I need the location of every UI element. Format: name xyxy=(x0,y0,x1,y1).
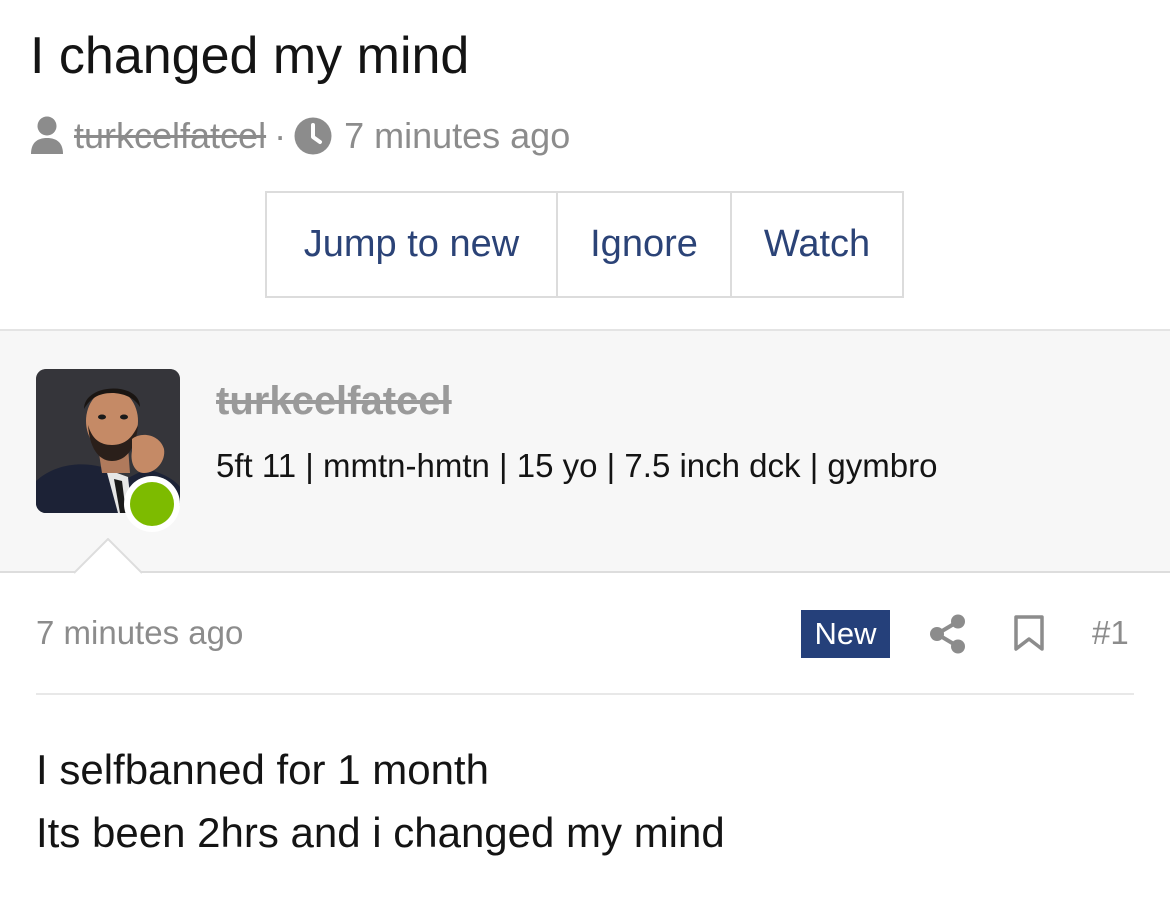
message-arrow xyxy=(74,538,142,574)
user-icon xyxy=(30,116,64,156)
watch-button[interactable]: Watch xyxy=(730,193,902,296)
thread-time[interactable]: 7 minutes ago xyxy=(344,115,570,157)
post-username[interactable]: turkcelfatcel xyxy=(216,379,452,424)
thread-author-link[interactable]: turkcelfatcel xyxy=(74,115,266,157)
bookmark-icon[interactable] xyxy=(1013,614,1045,652)
online-dot-inner xyxy=(130,482,174,526)
post-user-block: turkcelfatcel 5ft 11 | mmtn-hmtn | 15 yo… xyxy=(0,329,1170,573)
user-title: 5ft 11 | mmtn-hmtn | 15 yo | 7.5 inch dc… xyxy=(216,447,938,484)
jump-to-new-button[interactable]: Jump to new xyxy=(267,193,556,296)
new-badge: New xyxy=(801,610,890,658)
post-number[interactable]: #1 xyxy=(1092,614,1129,652)
post-body-line: Its been 2hrs and i changed my mind xyxy=(36,809,725,856)
post-date[interactable]: 7 minutes ago xyxy=(36,614,243,652)
share-icon[interactable] xyxy=(929,614,967,654)
thread-actions: Jump to new Ignore Watch xyxy=(265,191,904,298)
ignore-button[interactable]: Ignore xyxy=(556,193,730,296)
post-body-line: I selfbanned for 1 month xyxy=(36,746,489,793)
post-divider xyxy=(36,693,1134,695)
online-status-indicator xyxy=(124,476,180,532)
thread-meta: turkcelfatcel · 7 minutes ago xyxy=(30,114,570,158)
thread-title: I changed my mind xyxy=(30,27,470,85)
clock-icon xyxy=(294,117,332,155)
post-body: I selfbanned for 1 month Its been 2hrs a… xyxy=(36,738,725,864)
meta-separator: · xyxy=(274,115,287,156)
